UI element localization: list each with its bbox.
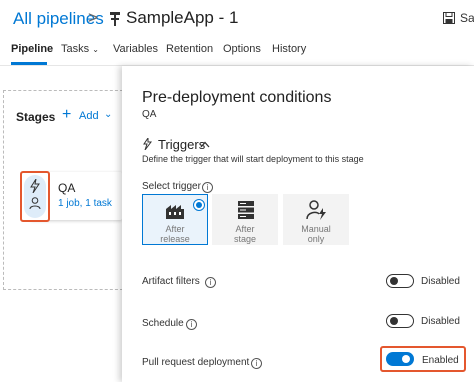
- save-button[interactable]: Save: [460, 11, 474, 25]
- pull-request-deployment-state: Enabled: [422, 355, 459, 366]
- factory-release-icon: [166, 205, 184, 219]
- artifact-filters-toggle[interactable]: [386, 274, 414, 288]
- stage-job-summary-link[interactable]: 1 job, 1 task: [58, 198, 112, 209]
- option-label-line1: Manual: [301, 224, 331, 234]
- pull-request-deployment-label: Pull request deployment: [142, 357, 250, 368]
- lightning-trigger-icon[interactable]: [29, 179, 41, 193]
- tab-tasks-label: Tasks: [61, 43, 90, 55]
- info-icon[interactable]: i: [186, 319, 197, 330]
- chevron-down-icon[interactable]: ⌄: [104, 109, 112, 120]
- info-icon[interactable]: i: [202, 182, 213, 193]
- option-label-line2: only: [307, 234, 325, 244]
- server-stack-icon: [238, 201, 254, 219]
- header: All pipelines > SampleApp - 1 Save: [0, 0, 474, 38]
- option-label-line2: release: [160, 234, 190, 244]
- chevron-up-icon[interactable]: [200, 141, 210, 148]
- active-tab-indicator: [11, 62, 47, 65]
- trigger-option-after-release[interactable]: After release: [142, 194, 208, 245]
- tab-tasks[interactable]: Tasks ⌄: [61, 43, 99, 55]
- schedule-label: Schedule: [142, 318, 184, 329]
- add-stage-button[interactable]: Add: [79, 110, 99, 122]
- option-label-line2: stage: [233, 234, 257, 244]
- schedule-toggle[interactable]: [386, 314, 414, 328]
- add-icon[interactable]: +: [62, 106, 71, 124]
- option-label-line1: After: [165, 224, 185, 234]
- tab-variables[interactable]: Variables: [113, 43, 158, 55]
- panel-stage-name: QA: [142, 109, 157, 120]
- option-label-line1: After: [235, 224, 255, 234]
- release-pipeline-icon: [110, 12, 120, 26]
- stages-heading: Stages: [16, 110, 56, 124]
- chevron-down-icon: ⌄: [92, 45, 99, 54]
- tab-retention[interactable]: Retention: [166, 43, 213, 55]
- pipeline-title: SampleApp - 1: [126, 8, 239, 27]
- save-icon[interactable]: [443, 12, 455, 24]
- artifact-filters-label: Artifact filters: [142, 276, 200, 287]
- artifact-filters-state: Disabled: [421, 276, 460, 287]
- tab-options[interactable]: Options: [223, 43, 261, 55]
- person-approver-icon[interactable]: [29, 197, 41, 209]
- trigger-option-manual-only[interactable]: Manual only: [283, 194, 349, 245]
- triggers-description: Define the trigger that will start deplo…: [142, 154, 364, 164]
- triggers-section-title[interactable]: Triggers: [158, 137, 205, 152]
- pull-request-deployment-toggle[interactable]: [386, 352, 414, 366]
- info-icon[interactable]: i: [251, 358, 262, 369]
- radio-selected-icon[interactable]: [193, 199, 205, 211]
- info-icon[interactable]: i: [205, 277, 216, 288]
- schedule-state: Disabled: [421, 316, 460, 327]
- trigger-icon: [143, 138, 152, 150]
- person-lightning-icon: [306, 200, 326, 220]
- stage-name[interactable]: QA: [58, 181, 75, 195]
- breadcrumb-separator: >: [88, 8, 98, 27]
- panel-title: Pre-deployment conditions: [142, 89, 332, 106]
- tab-history[interactable]: History: [272, 43, 306, 55]
- tab-pipeline[interactable]: Pipeline: [11, 43, 53, 55]
- select-trigger-label: Select trigger: [142, 181, 201, 192]
- trigger-option-after-stage[interactable]: After stage: [212, 194, 278, 245]
- tab-bar: Pipeline Tasks ⌄ Variables Retention Opt…: [0, 38, 474, 66]
